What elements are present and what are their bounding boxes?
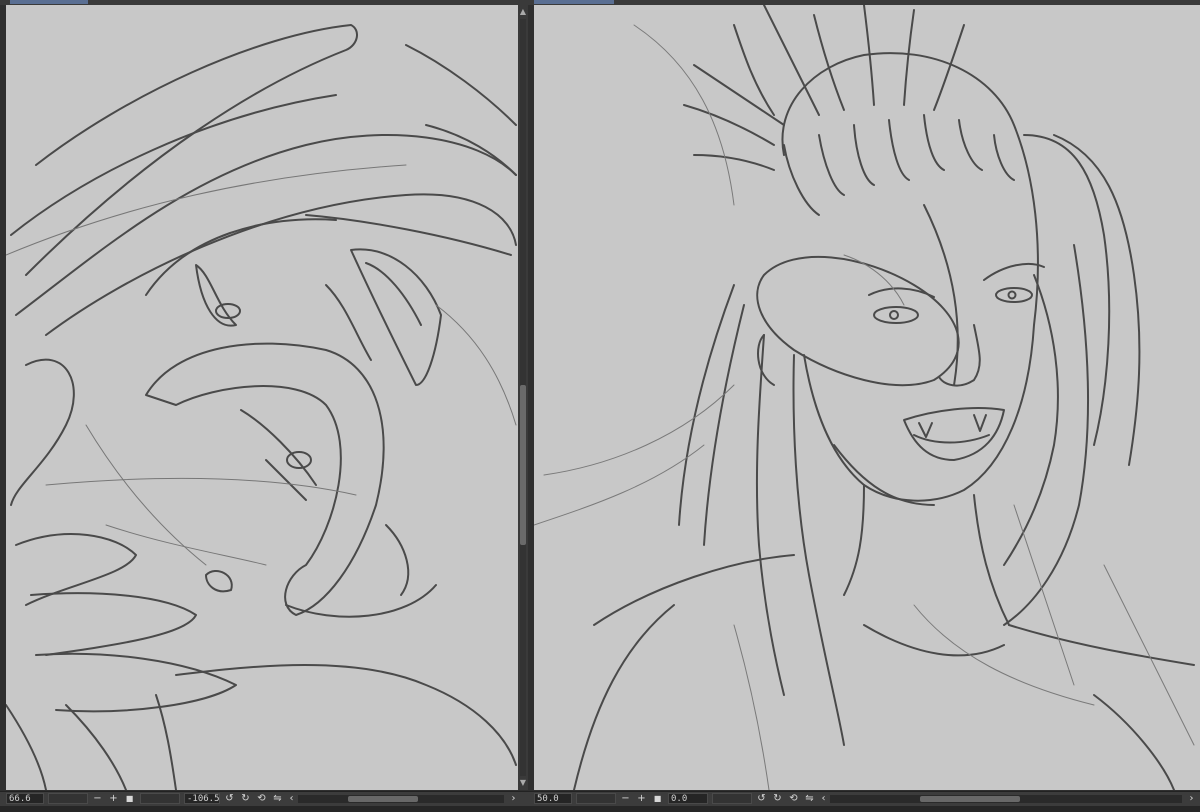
rotate-left-icon[interactable]: ↺ <box>224 793 235 805</box>
scroll-left-icon[interactable]: ‹ <box>286 793 297 805</box>
scroll-right-icon[interactable]: › <box>1186 793 1197 805</box>
right-zoom-field[interactable]: 50.0 <box>534 793 572 804</box>
reset-rotation-icon[interactable]: ⟲ <box>256 793 267 805</box>
zoom-out-button[interactable]: − <box>92 793 103 805</box>
zoom-in-button[interactable]: + <box>636 793 647 805</box>
rotate-left-icon[interactable]: ↺ <box>756 793 767 805</box>
right-rotation-field[interactable]: 0.0 <box>668 793 708 804</box>
right-horizontal-scrollbar[interactable] <box>830 795 1182 803</box>
bottom-window-edge <box>0 806 1200 812</box>
left-tab-indicator[interactable] <box>10 0 88 4</box>
right-zoom-slider[interactable] <box>576 793 616 804</box>
reset-rotation-icon[interactable]: ⟲ <box>788 793 799 805</box>
left-view-statusbar: 66.6 − + ■ -106.5 ↺ ↻ ⟲ ⇋ ‹ › <box>0 791 528 806</box>
rotate-right-icon[interactable]: ↻ <box>772 793 783 805</box>
left-zoom-field[interactable]: 66.6 <box>6 793 44 804</box>
left-canvas-view: ▲ ▼ 66.6 − + ■ -106.5 ↺ ↻ ⟲ ⇋ ‹ › <box>0 5 528 812</box>
right-canvas-view: 50.0 − + ■ 0.0 ↺ ↻ ⟲ ⇋ ‹ › <box>528 5 1200 812</box>
scroll-left-icon[interactable]: ‹ <box>818 793 829 805</box>
fit-to-window-button[interactable]: ■ <box>652 793 663 805</box>
scroll-up-icon[interactable]: ▲ <box>519 7 527 17</box>
left-sketch-drawing <box>6 24 517 790</box>
left-vertical-scrollbar[interactable]: ▲ ▼ <box>518 5 528 790</box>
left-rotation-slider[interactable] <box>140 793 180 804</box>
fit-to-window-button[interactable]: ■ <box>124 793 135 805</box>
left-vertical-scroll-thumb[interactable] <box>520 385 526 545</box>
right-sketch-drawing <box>534 5 1195 790</box>
right-rotation-slider[interactable] <box>712 793 752 804</box>
scroll-down-icon[interactable]: ▼ <box>519 778 527 788</box>
zoom-in-button[interactable]: + <box>108 793 119 805</box>
right-sketch-canvas[interactable] <box>534 5 1200 790</box>
right-tab-indicator[interactable] <box>534 0 614 4</box>
scroll-right-icon[interactable]: › <box>508 793 519 805</box>
flip-horizontal-icon[interactable]: ⇋ <box>804 793 815 805</box>
rotate-right-icon[interactable]: ↻ <box>240 793 251 805</box>
zoom-out-button[interactable]: − <box>620 793 631 805</box>
left-horizontal-scroll-thumb[interactable] <box>348 796 418 802</box>
left-sketch-canvas[interactable] <box>6 5 519 790</box>
left-rotation-field[interactable]: -106.5 <box>184 793 220 804</box>
flip-horizontal-icon[interactable]: ⇋ <box>272 793 283 805</box>
right-view-statusbar: 50.0 − + ■ 0.0 ↺ ↻ ⟲ ⇋ ‹ › <box>528 791 1200 806</box>
left-zoom-slider[interactable] <box>48 793 88 804</box>
right-horizontal-scroll-thumb[interactable] <box>920 796 1020 802</box>
left-horizontal-scrollbar[interactable] <box>298 795 504 803</box>
